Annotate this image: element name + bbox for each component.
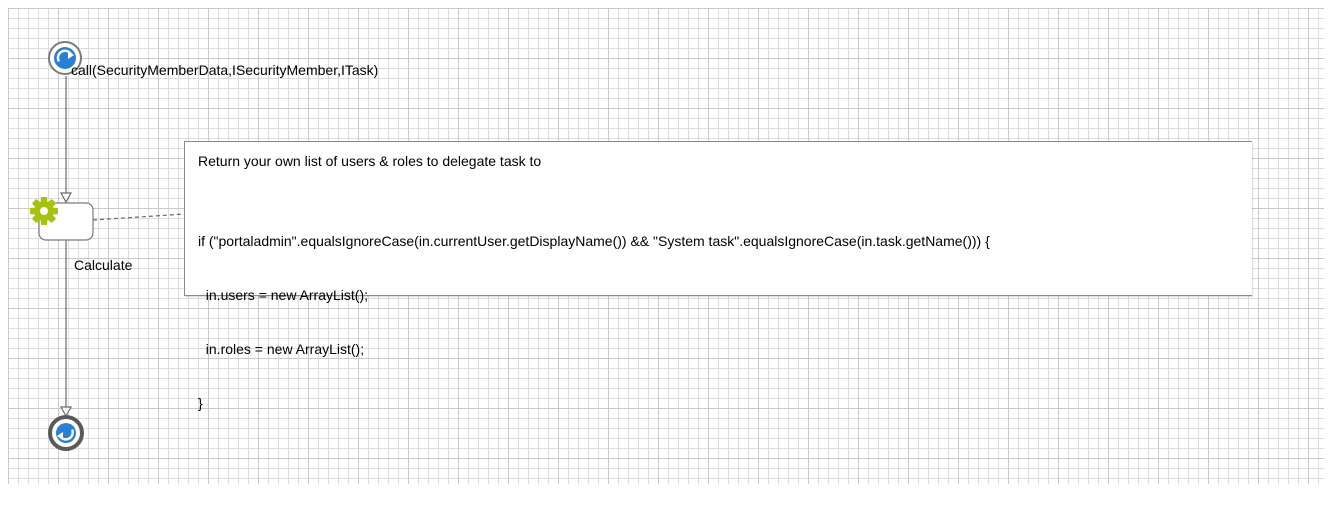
code-line: if ("portaladmin".equalsIgnoreCase(in.cu… (198, 233, 990, 249)
annotation-association[interactable] (92, 213, 186, 221)
start-event-label: call(SecurityMemberData,ISecurityMember,… (71, 62, 379, 78)
code-line: } (198, 395, 203, 411)
annotation-code: if ("portaladmin".equalsIgnoreCase(in.cu… (198, 196, 990, 448)
code-line: in.users = new ArrayList(); (198, 287, 369, 303)
process-editor-canvas[interactable]: call(SecurityMemberData,ISecurityMember,… (0, 0, 1333, 509)
code-annotation-note[interactable]: Return your own list of users & roles to… (184, 141, 1252, 411)
code-line: in.roles = new ArrayList(); (198, 341, 365, 357)
call-end-icon (56, 423, 76, 443)
calculate-step-label: Calculate (74, 257, 133, 273)
sequence-flow-start-to-calculate[interactable] (59, 76, 73, 204)
call-end-event[interactable] (48, 415, 84, 451)
sequence-flow-calculate-to-end[interactable] (59, 240, 73, 418)
gear-icon (30, 197, 58, 225)
annotation-title: Return your own list of users & roles to… (198, 153, 542, 169)
